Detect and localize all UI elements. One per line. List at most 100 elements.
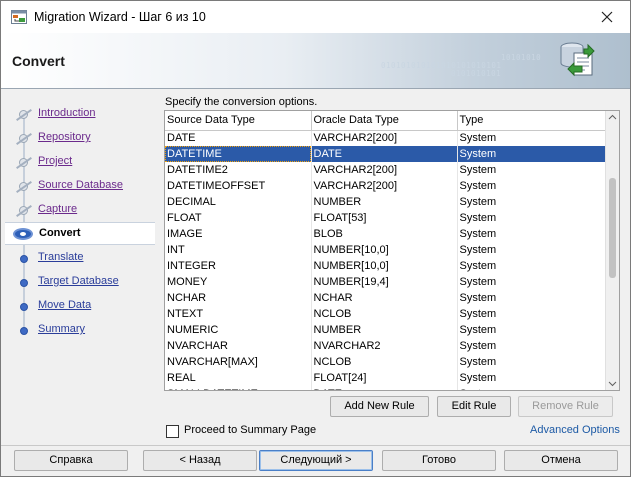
cell-type[interactable]: System bbox=[457, 178, 606, 194]
cell-oracle-type[interactable]: NCLOB bbox=[311, 354, 458, 370]
nav-step-label[interactable]: Translate bbox=[38, 251, 83, 263]
cell-type[interactable]: System bbox=[457, 290, 606, 306]
cell-type[interactable]: System bbox=[457, 194, 606, 210]
cell-source-type[interactable]: IMAGE bbox=[165, 226, 312, 242]
table-row[interactable]: DATETIME DATE System bbox=[165, 146, 606, 162]
advanced-options-link[interactable]: Advanced Options bbox=[530, 424, 620, 436]
table-vertical-scrollbar[interactable] bbox=[605, 111, 619, 390]
scroll-down-arrow-icon[interactable] bbox=[606, 376, 619, 390]
cell-oracle-type[interactable]: NVARCHAR2 bbox=[311, 338, 458, 354]
nav-step-label[interactable]: Project bbox=[38, 155, 72, 167]
cell-type[interactable]: System bbox=[457, 242, 606, 258]
cell-oracle-type[interactable]: NUMBER[10,0] bbox=[311, 242, 458, 258]
proceed-to-summary-label[interactable]: Proceed to Summary Page bbox=[184, 424, 316, 436]
cell-source-type[interactable]: DATETIME bbox=[165, 146, 312, 162]
remove-rule-button[interactable]: Remove Rule bbox=[518, 396, 613, 417]
nav-step-label[interactable]: Move Data bbox=[38, 299, 91, 311]
cell-source-type[interactable]: MONEY bbox=[165, 274, 312, 290]
table-row[interactable]: SMALLDATETIMEDATESystem bbox=[165, 386, 606, 390]
cell-type[interactable]: System bbox=[457, 370, 606, 386]
cell-oracle-type[interactable]: VARCHAR2[200] bbox=[311, 178, 458, 194]
nav-step-convert[interactable]: Convert bbox=[5, 222, 155, 245]
data-type-mapping-table[interactable]: Source Data Type Oracle Data Type Type D… bbox=[164, 110, 620, 391]
cell-source-type[interactable]: NUMERIC bbox=[165, 322, 312, 338]
table-row[interactable]: NCHAR NCHAR System bbox=[165, 290, 606, 306]
finish-button[interactable]: Готово bbox=[382, 450, 496, 471]
cell-oracle-type[interactable]: NUMBER[19,4] bbox=[311, 274, 458, 290]
cell-type[interactable]: System bbox=[457, 130, 606, 146]
table-row[interactable]: NVARCHAR[MAX] NCLOB System bbox=[165, 354, 606, 370]
cell-oracle-type[interactable]: NUMBER bbox=[311, 322, 458, 338]
cell-oracle-type[interactable]: NUMBER[10,0] bbox=[311, 258, 458, 274]
cell-type[interactable]: System bbox=[457, 258, 606, 274]
column-header-source-type[interactable]: Source Data Type bbox=[165, 111, 312, 131]
table-row[interactable]: NVARCHAR NVARCHAR2 System bbox=[165, 338, 606, 354]
cell-oracle-type[interactable]: DATE bbox=[311, 146, 458, 162]
nav-step-project[interactable]: Project bbox=[5, 151, 155, 173]
cell-oracle-type[interactable]: VARCHAR2[200] bbox=[311, 162, 458, 178]
nav-step-label[interactable]: Target Database bbox=[38, 275, 119, 287]
cell-oracle-type[interactable]: FLOAT[53] bbox=[311, 210, 458, 226]
cell-source-type[interactable]: SMALLDATETIME bbox=[165, 386, 312, 390]
cell-oracle-type[interactable]: DATE bbox=[311, 386, 458, 390]
cell-source-type[interactable]: DECIMAL bbox=[165, 194, 312, 210]
cell-oracle-type[interactable]: NCHAR bbox=[311, 290, 458, 306]
nav-step-label[interactable]: Capture bbox=[38, 203, 77, 215]
table-row[interactable]: MONEY NUMBER[19,4] System bbox=[165, 274, 606, 290]
cell-source-type[interactable]: INTEGER bbox=[165, 258, 312, 274]
table-row[interactable]: FLOAT FLOAT[53] System bbox=[165, 210, 606, 226]
cell-source-type[interactable]: NCHAR bbox=[165, 290, 312, 306]
column-header-oracle-type[interactable]: Oracle Data Type bbox=[311, 111, 458, 131]
table-row[interactable]: IMAGE BLOB System bbox=[165, 226, 606, 242]
back-button[interactable]: < Назад bbox=[143, 450, 257, 471]
cancel-button[interactable]: Отмена bbox=[504, 450, 618, 471]
table-row[interactable]: DECIMAL NUMBER System bbox=[165, 194, 606, 210]
table-row[interactable]: REAL FLOAT[24] System bbox=[165, 370, 606, 386]
cell-type[interactable]: System bbox=[457, 386, 606, 390]
cell-source-type[interactable]: DATETIMEOFFSET bbox=[165, 178, 312, 194]
nav-step-repository[interactable]: Repository bbox=[5, 127, 155, 149]
cell-source-type[interactable]: FLOAT bbox=[165, 210, 312, 226]
cell-type[interactable]: System bbox=[457, 274, 606, 290]
nav-step-label[interactable]: Repository bbox=[38, 131, 91, 143]
nav-step-target-database[interactable]: Target Database bbox=[5, 271, 155, 293]
cell-source-type[interactable]: NVARCHAR bbox=[165, 338, 312, 354]
nav-step-translate[interactable]: Translate bbox=[5, 247, 155, 269]
help-button[interactable]: Справка bbox=[14, 450, 128, 471]
cell-oracle-type[interactable]: NUMBER bbox=[311, 194, 458, 210]
next-button[interactable]: Следующий > bbox=[259, 450, 373, 471]
cell-type[interactable]: System bbox=[457, 306, 606, 322]
table-row[interactable]: INTEGER NUMBER[10,0] System bbox=[165, 258, 606, 274]
cell-source-type[interactable]: NVARCHAR[MAX] bbox=[165, 354, 312, 370]
cell-source-type[interactable]: DATETIME2 bbox=[165, 162, 312, 178]
cell-type[interactable]: System bbox=[457, 354, 606, 370]
cell-oracle-type[interactable]: FLOAT[24] bbox=[311, 370, 458, 386]
close-button[interactable] bbox=[584, 1, 630, 33]
scroll-up-arrow-icon[interactable] bbox=[606, 111, 619, 125]
cell-type[interactable]: System bbox=[457, 162, 606, 178]
table-row[interactable]: NUMERIC NUMBER System bbox=[165, 322, 606, 338]
edit-rule-button[interactable]: Edit Rule bbox=[437, 396, 511, 417]
column-header-type[interactable]: Type bbox=[457, 111, 606, 131]
table-row[interactable]: NTEXT NCLOB System bbox=[165, 306, 606, 322]
nav-step-capture[interactable]: Capture bbox=[5, 199, 155, 221]
nav-step-label[interactable]: Summary bbox=[38, 323, 85, 335]
cell-source-type[interactable]: REAL bbox=[165, 370, 312, 386]
cell-source-type[interactable]: INT bbox=[165, 242, 312, 258]
table-row[interactable]: INT NUMBER[10,0] System bbox=[165, 242, 606, 258]
nav-step-summary[interactable]: Summary bbox=[5, 319, 155, 341]
proceed-to-summary-checkbox[interactable] bbox=[166, 425, 179, 438]
cell-oracle-type[interactable]: BLOB bbox=[311, 226, 458, 242]
cell-source-type[interactable]: DATE bbox=[165, 130, 312, 146]
nav-step-move-data[interactable]: Move Data bbox=[5, 295, 155, 317]
nav-step-label[interactable]: Source Database bbox=[38, 179, 123, 191]
cell-type[interactable]: System bbox=[457, 322, 606, 338]
cell-oracle-type[interactable]: NCLOB bbox=[311, 306, 458, 322]
cell-type[interactable]: System bbox=[457, 146, 606, 162]
nav-step-label[interactable]: Introduction bbox=[38, 107, 95, 119]
scrollbar-thumb[interactable] bbox=[609, 178, 616, 278]
cell-type[interactable]: System bbox=[457, 210, 606, 226]
cell-source-type[interactable]: NTEXT bbox=[165, 306, 312, 322]
nav-step-introduction[interactable]: Introduction bbox=[5, 103, 155, 125]
cell-type[interactable]: System bbox=[457, 338, 606, 354]
